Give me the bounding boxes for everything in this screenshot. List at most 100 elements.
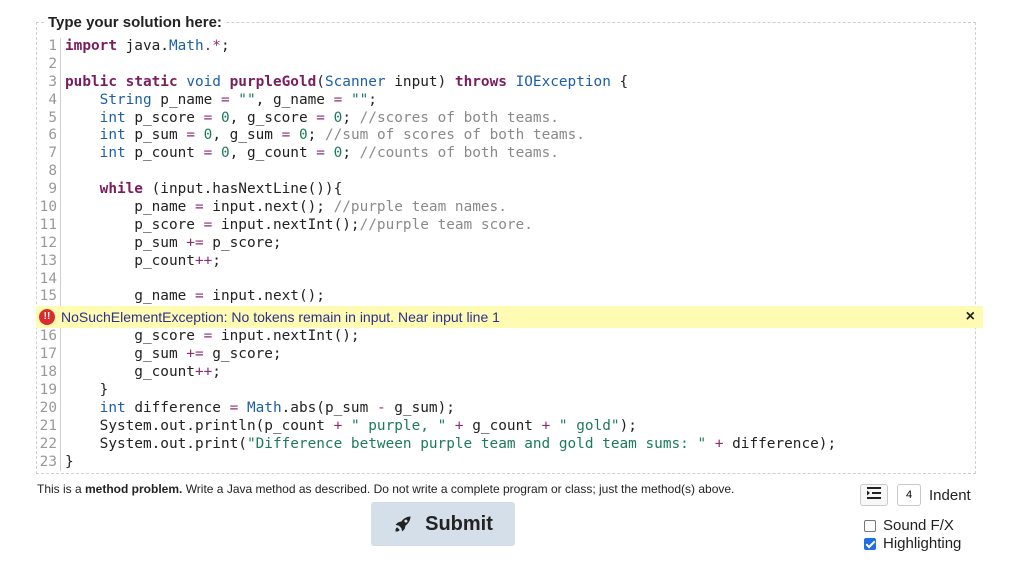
code-token: p_count xyxy=(125,145,204,162)
code-token: 0 xyxy=(220,145,230,162)
code-text[interactable]: p_count++; xyxy=(61,253,221,271)
code-token: p_name xyxy=(65,199,195,216)
code-text[interactable]: System.out.print("Difference between pur… xyxy=(61,436,836,454)
code-token: ; xyxy=(212,252,221,269)
code-lines-after-error[interactable]: 16 g_score = input.nextInt(); 17 g_sum +=… xyxy=(37,328,975,472)
code-token: = xyxy=(194,199,204,216)
line-number: 6 xyxy=(37,127,61,146)
code-line[interactable]: 13 p_count++; xyxy=(37,252,975,271)
code-token: String xyxy=(99,91,152,108)
error-icon: !! xyxy=(39,309,55,326)
code-line[interactable]: 6 int p_sum = 0, g_sum = 0; //sum of sco… xyxy=(37,127,975,146)
code-text[interactable]: int p_count = 0, g_count = 0; //counts o… xyxy=(61,145,559,163)
code-token: //purple team names. xyxy=(333,199,507,216)
sound-fx-checkbox[interactable] xyxy=(864,519,876,532)
code-token: = xyxy=(186,127,195,144)
indent-control: Indent xyxy=(860,484,971,506)
code-line[interactable]: 19 } xyxy=(37,382,975,400)
highlighting-checkbox[interactable] xyxy=(864,537,876,550)
code-line[interactable]: 22 System.out.print("Difference between … xyxy=(37,435,975,454)
code-line[interactable]: 12 p_sum += p_score; xyxy=(37,234,975,253)
code-line[interactable]: 3 public static void purpleGold(Scanner i… xyxy=(37,73,975,92)
code-line[interactable]: 21 System.out.println(p_count + " purple… xyxy=(37,417,975,436)
code-token: } xyxy=(65,382,109,399)
line-number: 21 xyxy=(37,417,61,436)
code-line[interactable]: 23} xyxy=(37,453,975,472)
code-token: " purple, " xyxy=(350,417,447,434)
line-number: 8 xyxy=(37,163,61,182)
code-line[interactable]: 14 xyxy=(37,270,975,289)
indent-label: Indent xyxy=(929,486,971,504)
code-text[interactable]: } xyxy=(61,454,74,472)
code-token: = xyxy=(203,216,213,233)
code-text[interactable]: System.out.println(p_count + " purple, "… xyxy=(61,418,637,436)
code-text[interactable]: String p_name = "", g_name = ""; xyxy=(61,92,377,110)
line-number: 7 xyxy=(37,145,61,164)
code-text[interactable]: g_score = input.nextInt(); xyxy=(61,328,359,346)
code-text[interactable]: int p_score = 0, g_score = 0; //scores o… xyxy=(61,110,559,128)
code-token: , g_count xyxy=(229,145,317,162)
code-line[interactable]: 11 p_score = input.nextInt();//purple te… xyxy=(37,216,975,235)
line-number: 15 xyxy=(37,288,61,307)
code-line[interactable]: 1 import java.Math.*; xyxy=(37,38,975,56)
code-text[interactable]: p_name = input.next(); //purple team nam… xyxy=(61,199,507,217)
code-token: ; xyxy=(342,109,360,126)
error-banner: !! NoSuchElementException: No tokens rem… xyxy=(36,306,983,329)
code-text[interactable]: p_score = input.nextInt();//purple team … xyxy=(61,217,533,235)
code-token: //purple team score. xyxy=(359,216,533,233)
description-bold: method problem. xyxy=(85,482,183,496)
error-message: NoSuchElementException: No tokens remain… xyxy=(61,309,500,326)
code-line[interactable]: 7 int p_count = 0, g_count = 0; //counts… xyxy=(37,145,975,164)
code-line[interactable]: 2 xyxy=(37,55,975,74)
code-area[interactable]: 1 import java.Math.*; 2 3 public static void… xyxy=(36,38,983,472)
code-line[interactable]: 18 g_count++; xyxy=(37,364,975,383)
code-line[interactable]: 4 String p_name = "", g_name = ""; xyxy=(37,91,975,110)
close-icon[interactable]: × xyxy=(966,306,975,328)
line-number: 4 xyxy=(37,91,61,110)
code-text[interactable]: } xyxy=(61,382,109,400)
code-token: 0 xyxy=(333,109,343,126)
code-line[interactable]: 20 int difference = Math.abs(p_sum - g_s… xyxy=(37,399,975,418)
code-token: = xyxy=(203,328,213,345)
code-token: int xyxy=(99,399,126,416)
code-token: input.next(); xyxy=(203,288,325,305)
rocket-icon xyxy=(393,514,413,534)
code-token: , g_score xyxy=(229,109,317,126)
code-line[interactable]: 5 int p_score = 0, g_score = 0; //scores… xyxy=(37,109,975,128)
code-text[interactable]: int p_sum = 0, g_sum = 0; //sum of score… xyxy=(61,127,585,145)
code-text[interactable]: int difference = Math.abs(p_sum - g_sum)… xyxy=(61,400,455,418)
code-token: p_score xyxy=(65,216,204,233)
code-text[interactable]: import java.Math.*; xyxy=(61,38,230,56)
code-line[interactable]: 8 xyxy=(37,163,975,182)
code-line[interactable]: 10 p_name = input.next(); //purple team … xyxy=(37,199,975,217)
line-number: 22 xyxy=(37,435,61,454)
submit-button[interactable]: Submit xyxy=(371,502,515,546)
code-text[interactable]: while (input.hasNextLine()){ xyxy=(61,181,343,199)
code-text[interactable]: g_sum += g_score; xyxy=(61,346,281,364)
code-editor[interactable]: Type your solution here: 1 import java.Ma… xyxy=(36,14,983,474)
code-line[interactable]: 9 while (input.hasNextLine()){ xyxy=(37,181,975,200)
code-line[interactable]: 17 g_sum += g_score; xyxy=(37,346,975,365)
line-number: 10 xyxy=(37,199,61,217)
code-text[interactable]: p_sum += p_score; xyxy=(61,235,281,253)
line-number: 12 xyxy=(37,234,61,253)
code-token: += xyxy=(186,346,204,363)
indent-toggle-button[interactable] xyxy=(860,484,888,506)
highlighting-option[interactable]: Highlighting xyxy=(864,535,961,552)
line-number: 13 xyxy=(37,252,61,271)
indent-size-input[interactable] xyxy=(897,484,921,506)
code-lines-before-error[interactable]: 1 import java.Math.*; 2 3 public static void… xyxy=(37,38,975,307)
code-line[interactable]: 15 g_name = input.next(); xyxy=(37,288,975,307)
code-text[interactable]: g_name = input.next(); xyxy=(61,288,325,306)
code-token: import xyxy=(65,38,117,54)
code-line[interactable]: 16 g_score = input.nextInt(); xyxy=(37,328,975,347)
code-token: int xyxy=(99,145,126,162)
code-text[interactable]: public static void purpleGold(Scanner in… xyxy=(61,74,628,92)
code-token: { xyxy=(610,73,629,90)
sound-fx-option[interactable]: Sound F/X xyxy=(864,517,954,534)
code-text[interactable]: g_count++; xyxy=(61,364,221,382)
